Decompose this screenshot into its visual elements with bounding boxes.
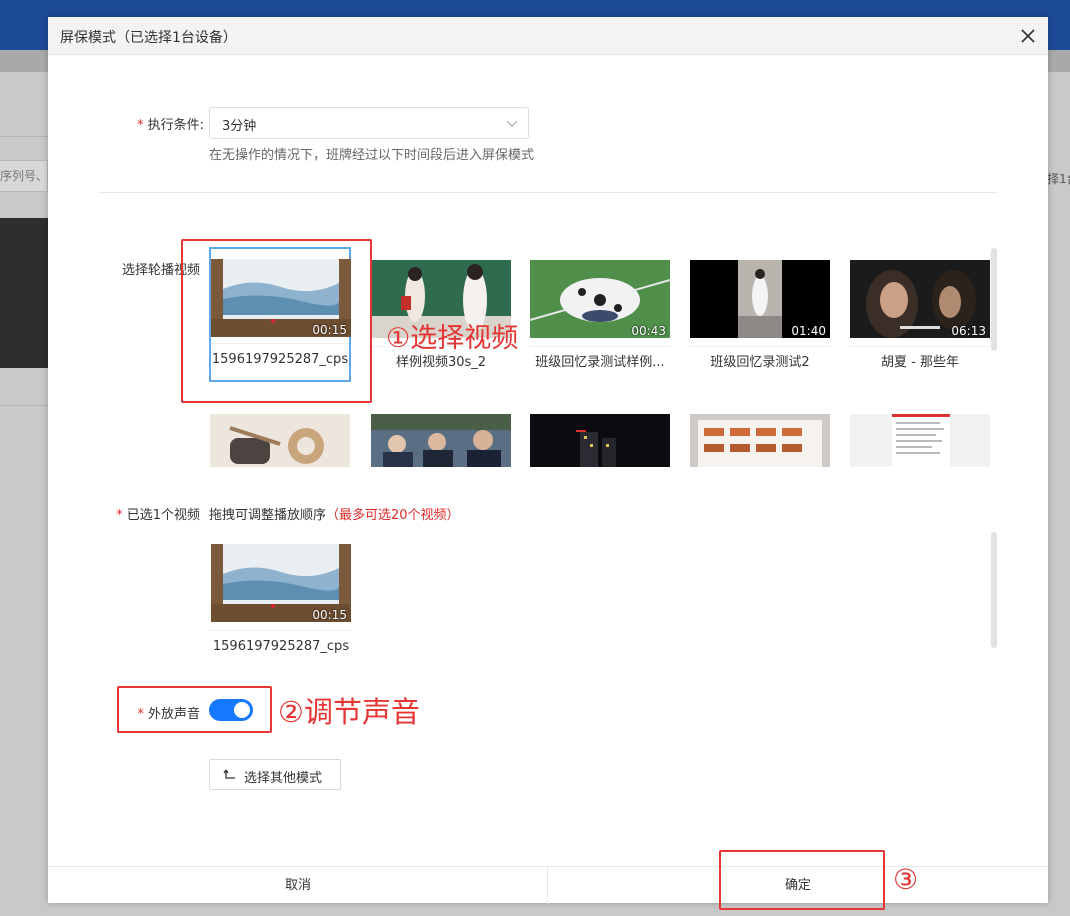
- video-card[interactable]: [689, 403, 831, 467]
- background-divider: [0, 136, 48, 137]
- video-card[interactable]: 06:13 胡夏 - 那些年: [849, 249, 991, 381]
- close-icon: [1021, 29, 1035, 43]
- video-thumbnail: 00:43: [530, 260, 670, 338]
- modal-title: 屏保模式（已选择1台设备）: [60, 30, 237, 46]
- video-duration: 01:40: [791, 324, 826, 338]
- video-card[interactable]: 00:43 班级回忆录测试样例...: [529, 249, 671, 381]
- select-other-mode-button[interactable]: 选择其他模式: [209, 759, 341, 790]
- condition-select[interactable]: 3分钟: [209, 107, 529, 139]
- annotation-box-confirm: [719, 850, 885, 910]
- video-name: 1596197925287_cps: [210, 630, 352, 662]
- video-card[interactable]: [209, 403, 351, 467]
- annotation-step2: ②调节声音: [278, 695, 420, 729]
- condition-select-value: 3分钟: [222, 119, 257, 134]
- background-search-input: 序列号、: [0, 160, 48, 192]
- video-thumbnail: 00:15: [211, 544, 351, 622]
- drag-hint: 拖拽可调整播放顺序: [209, 508, 327, 523]
- video-name: 班级回忆录测试2: [689, 346, 831, 378]
- video-card[interactable]: [529, 403, 671, 467]
- annotation-step3: ③: [893, 863, 919, 896]
- selected-hint: 拖拽可调整播放顺序（最多可选20个视频）: [209, 504, 460, 523]
- condition-label: * 执行条件:: [137, 118, 204, 133]
- background-dark-panel: [0, 218, 48, 368]
- limit-hint: （最多可选20个视频）: [326, 508, 460, 523]
- selected-videos-label: * 已选1个视频: [116, 508, 200, 523]
- background-divider: [0, 405, 48, 406]
- video-thumbnail: [690, 414, 830, 467]
- annotation-box-videos: [181, 239, 372, 403]
- video-duration: 00:43: [631, 324, 666, 338]
- video-thumbnail: 06:13: [850, 260, 990, 338]
- video-card[interactable]: [370, 403, 512, 467]
- selected-video-card[interactable]: 00:15 1596197925287_cps: [210, 533, 352, 663]
- video-card[interactable]: [849, 403, 991, 467]
- video-thumbnail: [210, 414, 350, 467]
- close-button[interactable]: [1016, 23, 1040, 49]
- chevron-down-icon: [506, 120, 518, 127]
- annotation-step1: ①选择视频: [386, 323, 519, 354]
- video-card[interactable]: 01:40 班级回忆录测试2: [689, 249, 831, 381]
- video-name: 班级回忆录测试样例...: [529, 346, 671, 378]
- video-thumbnail: [530, 414, 670, 467]
- video-grid-scrollbar[interactable]: [991, 248, 997, 351]
- video-thumbnail: 01:40: [690, 260, 830, 338]
- video-thumbnail: [850, 414, 990, 467]
- cancel-button[interactable]: 取消: [48, 867, 548, 904]
- background-right-text: 择1台: [1047, 172, 1070, 186]
- video-name: 胡夏 - 那些年: [849, 346, 991, 378]
- return-icon: [223, 769, 235, 779]
- section-divider: [98, 192, 998, 193]
- condition-hint: 在无操作的情况下，班牌经过以下时间段后进入屏保模式: [209, 148, 535, 163]
- selected-scrollbar[interactable]: [991, 532, 997, 648]
- annotation-box-sound: [117, 686, 272, 733]
- video-duration: 00:15: [312, 608, 347, 622]
- video-thumbnail: [371, 414, 511, 467]
- video-card[interactable]: 样例视频30s_2: [370, 249, 512, 381]
- modal-header: 屏保模式（已选择1台设备）: [48, 17, 1048, 55]
- select-other-mode-label: 选择其他模式: [244, 771, 323, 786]
- video-duration: 06:13: [951, 324, 986, 338]
- screensaver-modal: 屏保模式（已选择1台设备） * 执行条件: 3分钟 在无操作的情况下，班牌经过以下…: [48, 17, 1048, 904]
